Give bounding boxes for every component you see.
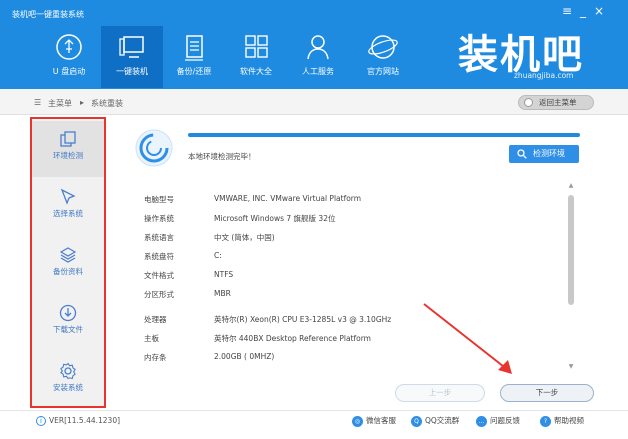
footer-link-feedback[interactable]: … 问题反馈 [476,415,520,427]
breadcrumb-root[interactable]: 主菜单 [48,98,72,109]
info-value: VMWARE, INC. VMware Virtual Platform [214,194,362,203]
layers-icon [59,247,77,263]
info-key: 处理器 [144,315,167,324]
info-value: 中文 (简体，中国) [214,233,275,242]
info-value: 2.00GB ( 0MHZ) [214,352,275,361]
check-button-label: 检测环境 [533,149,565,158]
info-scrollbar[interactable]: ▲ ▼ [567,183,575,371]
nav-manual-service[interactable]: 人工服务 [287,26,349,88]
info-key: 操作系统 [144,214,174,223]
sidebar-item-label: 安装系统 [53,383,83,392]
window-title: 装机吧一键重装系统 [12,10,84,19]
scroll-thumb[interactable] [568,195,574,305]
nav-label: 人工服务 [302,67,334,76]
back-button-label: 返回主菜单 [539,98,577,107]
nav-one-click-install[interactable]: 一键装机 [101,26,163,88]
footer-link-wechat[interactable]: ◎ 微信客服 [352,415,396,427]
nav-official-site[interactable]: 官方网站 [352,26,414,88]
monitor-icon [119,36,144,58]
footer-link-qq[interactable]: Q QQ交流群 [411,415,459,427]
sidebar-item-label: 下载文件 [53,325,83,334]
sidebar-item-backup-data[interactable]: 备份资料 [32,237,104,293]
download-icon [59,304,77,322]
info-value: 英特尔(R) Xeon(R) CPU E3-1285L v3 @ 3.10GHz [214,315,392,324]
info-value: 英特尔 440BX Desktop Reference Platform [214,334,371,343]
info-key: 系统盘符 [144,252,174,261]
globe-icon [368,35,398,59]
info-key: 分区形式 [144,290,174,299]
nav-usb-boot[interactable]: U 盘启动 [38,26,100,88]
sidebar-item-environment-check[interactable]: 环境检测 [32,121,104,177]
feedback-icon: … [476,415,487,427]
help-icon: ? [540,415,551,427]
environment-check-icon [60,131,76,147]
info-icon: i [36,416,46,426]
main-panel: 本地环境检测完毕！ 检测环境 电脑型号 VMWARE, INC. VMware V… [118,117,616,411]
scroll-down-icon[interactable]: ▼ [568,364,574,370]
sidebar-item-label: 选择系统 [53,209,83,218]
info-value: MBR [214,289,231,298]
qq-icon: Q [411,415,422,427]
sidebar-item-select-system[interactable]: 选择系统 [32,179,104,235]
grid-icon [245,35,268,58]
info-key: 内存条 [144,353,167,362]
menu-icon[interactable]: ≡ [560,4,574,18]
next-step-button[interactable]: 下一步 [500,384,594,402]
info-key: 系统语言 [144,233,174,242]
info-value: C: [214,251,222,260]
sidebar-item-label: 环境检测 [53,151,83,160]
sidebar-item-install-system[interactable]: 安装系统 [32,353,104,409]
check-progress-bar [188,133,580,137]
search-icon [517,149,527,159]
cursor-icon [60,188,76,205]
minimize-button[interactable]: _ [576,4,590,18]
footer-link-label: QQ交流群 [425,416,460,425]
scan-ring-icon [135,129,173,167]
info-key: 文件格式 [144,271,174,280]
gear-icon [60,362,76,380]
check-environment-button[interactable]: 检测环境 [509,145,579,163]
scroll-up-icon[interactable]: ▲ [568,183,574,189]
breadcrumb-separator: ▸ [80,98,85,107]
status-footer: i VER[11.5.44.1230] ◎ 微信客服 Q QQ交流群 … 问题反馈 ? 帮… [0,410,628,439]
footer-link-label: 问题反馈 [490,416,520,425]
usb-icon [56,34,82,60]
nav-label: 一键装机 [116,67,148,76]
wechat-icon: ◎ [352,415,363,427]
app-window: 装机吧一键重装系统 ≡ _ × U 盘启动 一键装机 备份/还原 软件大全 人工… [0,0,628,439]
footer-link-help[interactable]: ? 帮助视频 [540,415,584,427]
nav-label: U 盘启动 [52,67,86,76]
footer-link-label: 帮助视频 [554,416,584,425]
check-status-text: 本地环境检测完毕！ [188,152,256,161]
sidebar-item-label: 备份资料 [53,267,83,276]
nav-label: 官方网站 [367,67,399,76]
breadcrumb: ☰ 主菜单 ▸ 系统重装 返回主菜单 [0,89,628,115]
info-key: 主板 [144,334,159,343]
nav-software[interactable]: 软件大全 [225,26,287,88]
info-key: 电脑型号 [144,195,174,204]
brand-url: zhuangjiba.com [514,71,574,80]
close-button[interactable]: × [592,4,606,18]
info-value: NTFS [214,270,234,279]
back-arrow-icon [524,98,533,107]
person-icon [307,35,329,60]
info-value: Microsoft Windows 7 旗舰版 32位 [214,214,336,223]
back-to-main-button[interactable]: 返回主菜单 [518,95,594,110]
document-icon [185,35,203,61]
version-text: VER[11.5.44.1230] [49,416,121,425]
header-bar: 装机吧一键重装系统 ≡ _ × U 盘启动 一键装机 备份/还原 软件大全 人工… [0,0,628,89]
menu-list-icon: ☰ [34,98,42,107]
step-sidebar: 环境检测 选择系统 备份资料 下载文件 安装系统 [30,117,106,408]
nav-label: 备份/还原 [176,67,212,76]
footer-link-label: 微信客服 [366,416,396,425]
breadcrumb-current: 系统重装 [91,99,123,108]
version-info: i VER[11.5.44.1230] [36,416,120,426]
sidebar-item-download-files[interactable]: 下载文件 [32,295,104,351]
previous-step-button[interactable]: 上一步 [395,384,485,402]
annotation-arrow [423,303,512,374]
nav-label: 软件大全 [240,67,272,76]
nav-backup-restore[interactable]: 备份/还原 [163,26,225,88]
